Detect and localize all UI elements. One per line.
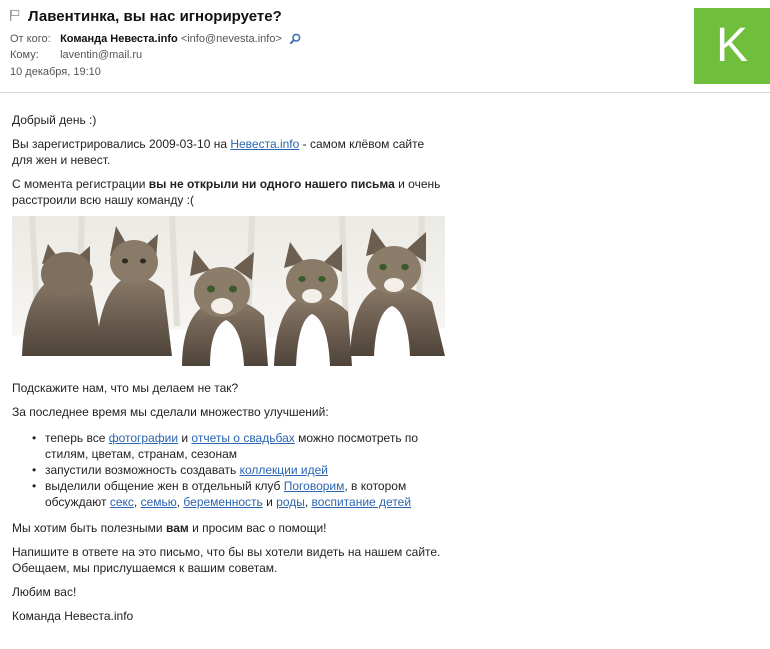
message-date: 10 декабря, 19:10 (10, 66, 101, 78)
list-item: выделили общение жен в отдельный клуб По… (12, 478, 452, 510)
list-item: запустили возможность создавать коллекци… (12, 462, 452, 478)
registration-paragraph: Вы зарегистрировались 2009-03-10 на Неве… (12, 136, 442, 168)
from-row: От кого: Команда Невеста.info <info@neve… (10, 33, 301, 45)
greeting: Добрый день :) (12, 113, 97, 127)
feature-text: запустили возможность создавать (45, 463, 240, 477)
love-paragraph: Любим вас! (12, 585, 77, 599)
not-opened-paragraph: С момента регистрации вы не открыли ни о… (12, 176, 442, 208)
message-header: Лавентинка, вы нас игнорируете? От кого:… (0, 0, 770, 93)
helpful-bold: вам (165, 521, 189, 535)
separator: и (262, 495, 277, 509)
idea-collections-link[interactable]: коллекции идей (240, 463, 328, 477)
sender-avatar: K (694, 8, 770, 84)
separator: , (304, 495, 312, 509)
message-subject: Лавентинка, вы нас игнорируете? (28, 8, 282, 25)
ask-paragraph: Подскажите нам, что мы делаем не так? (12, 381, 239, 395)
list-item: теперь все фотографии и отчеты о свадьба… (12, 430, 452, 462)
magnifier-icon[interactable] (289, 33, 301, 45)
helpful-text: Мы хотим быть полезными (12, 521, 166, 535)
to-row: Кому: laventin@mail.ru (10, 49, 142, 61)
to-label: Кому: (10, 49, 39, 61)
improvements-intro: За последнее время мы сделали множество … (12, 405, 329, 419)
feature-text: выделили общение жен в отдельный клуб (45, 479, 284, 493)
features-list: теперь все фотографии и отчеты о свадьба… (12, 430, 452, 510)
signature: Команда Невеста.info (12, 609, 134, 623)
helpful-text-after: и просим вас о помощи! (188, 521, 327, 535)
helpful-paragraph: Мы хотим быть полезными вам и просим вас… (12, 520, 327, 536)
registration-text: Вы зарегистрировались 2009-03-10 на (12, 137, 231, 151)
sender-email[interactable]: <info@nevesta.info> (181, 33, 282, 45)
kittens-photo (12, 216, 445, 372)
from-label: От кого: (10, 33, 51, 45)
not-opened-text: С момента регистрации (12, 177, 149, 191)
family-link[interactable]: семью (141, 495, 177, 509)
birth-link[interactable]: роды (276, 495, 305, 509)
parenting-link[interactable]: воспитание детей (312, 495, 412, 509)
not-opened-bold: вы не открыли ни одного нашего письма (148, 177, 395, 191)
sender-name[interactable]: Команда Невеста.info (60, 33, 178, 45)
flag-icon[interactable] (10, 10, 20, 21)
pregnancy-link[interactable]: беременность (183, 495, 262, 509)
feature-text: теперь все (45, 431, 109, 445)
write-paragraph: Напишите в ответе на это письмо, что бы … (12, 545, 441, 575)
sex-link[interactable]: секс (110, 495, 134, 509)
photos-link[interactable]: фотографии (109, 431, 178, 445)
club-link[interactable]: Поговорим (284, 479, 345, 493)
feature-text: и (178, 431, 192, 445)
nevesta-link[interactable]: Невеста.info (230, 137, 299, 151)
separator: , (133, 495, 141, 509)
wedding-reports-link[interactable]: отчеты о свадьбах (191, 431, 294, 445)
recipient-email[interactable]: laventin@mail.ru (60, 49, 142, 61)
